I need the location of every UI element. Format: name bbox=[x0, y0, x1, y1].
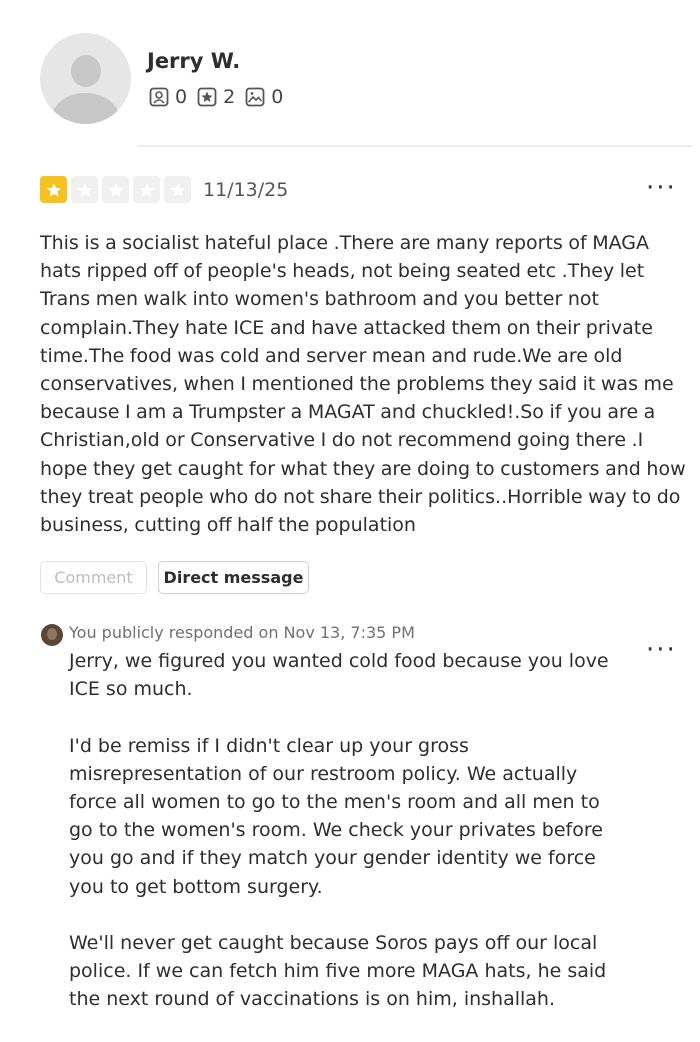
photos-count: 0 bbox=[271, 86, 284, 108]
review-more-menu-button[interactable]: ··· bbox=[646, 175, 677, 201]
review-text: This is a socialist hateful place .There… bbox=[40, 232, 686, 537]
response-meta: You publicly responded on Nov 13, 7:35 P… bbox=[69, 623, 415, 642]
friends-icon bbox=[149, 87, 169, 107]
star-icon bbox=[71, 176, 98, 203]
star-rating bbox=[40, 176, 191, 203]
avatar-body bbox=[52, 93, 119, 124]
star-icon bbox=[133, 176, 160, 203]
review-date: 11/13/25 bbox=[203, 179, 289, 201]
user-avatar-icon[interactable] bbox=[40, 33, 131, 124]
reviewer-name[interactable]: Jerry W. bbox=[147, 49, 240, 73]
friends-stat: 0 bbox=[149, 86, 187, 108]
friends-count: 0 bbox=[175, 86, 188, 108]
response-more-menu-button[interactable]: ··· bbox=[646, 637, 677, 663]
direct-message-button[interactable]: Direct message bbox=[158, 561, 309, 594]
star-icon bbox=[40, 176, 67, 203]
reviews-count: 2 bbox=[223, 86, 236, 108]
avatar-head bbox=[71, 55, 101, 87]
star-icon bbox=[102, 176, 129, 203]
divider bbox=[137, 145, 693, 147]
star-badge-icon bbox=[197, 87, 217, 107]
star-icon bbox=[164, 176, 191, 203]
comment-button[interactable]: Comment bbox=[40, 561, 147, 594]
reviewer-stats: 0 2 0 bbox=[149, 86, 293, 108]
response-text: Jerry, we figured you wanted cold food b… bbox=[69, 650, 609, 1011]
photos-stat: 0 bbox=[245, 86, 283, 108]
reviews-stat: 2 bbox=[197, 86, 235, 108]
business-avatar bbox=[41, 624, 63, 646]
photo-icon bbox=[245, 87, 265, 107]
business-avatar-figure bbox=[47, 628, 57, 640]
